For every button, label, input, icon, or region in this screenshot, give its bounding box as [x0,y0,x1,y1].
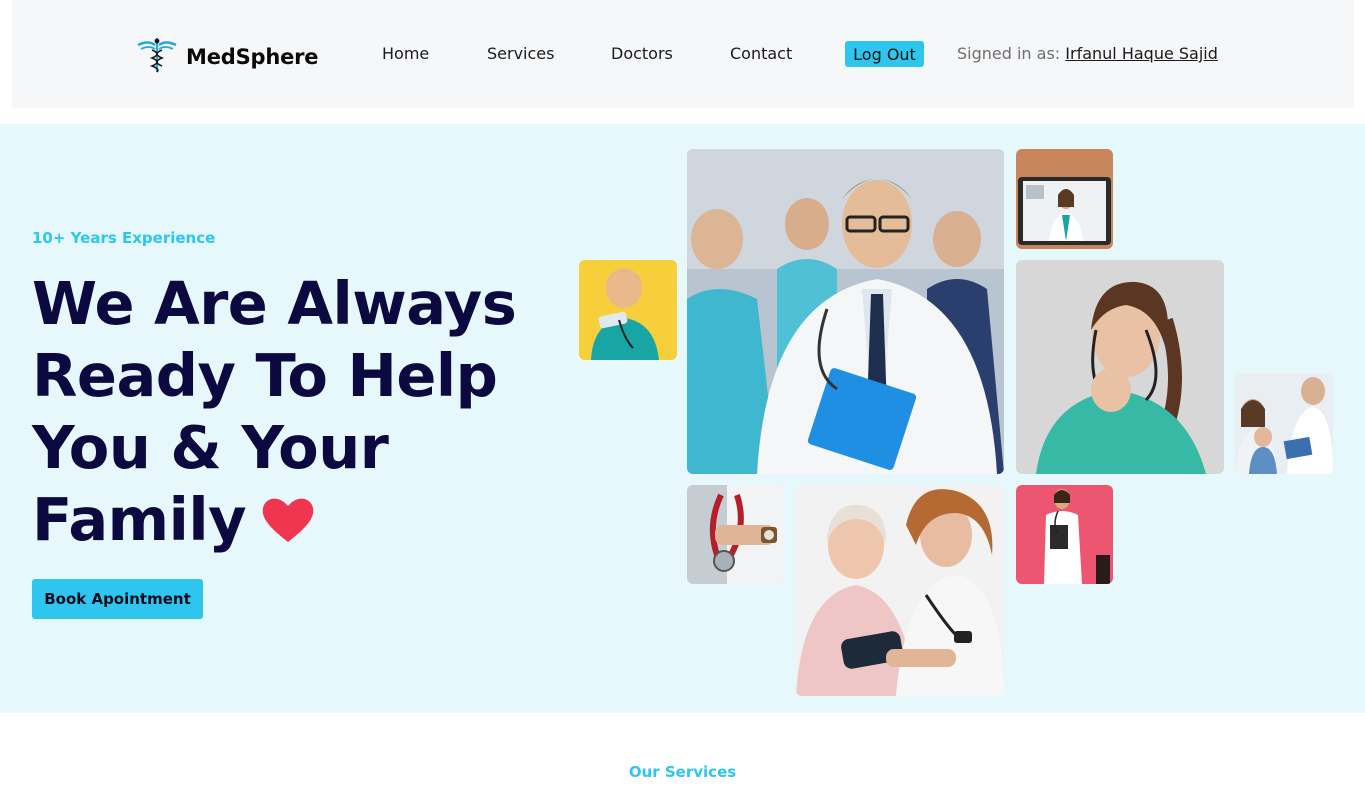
logo[interactable]: MedSphere [136,36,319,78]
photo-telehealth-tablet [1016,149,1113,249]
headline-line-2: Ready To Help [32,341,498,410]
headline-line-3: You & Your [32,413,389,482]
services-section-label: Our Services [628,763,737,781]
caduceus-icon [136,36,178,78]
logout-button[interactable]: Log Out [845,41,924,67]
nav-contact[interactable]: Contact [730,44,792,63]
signed-in-prefix: Signed in as: [957,44,1061,63]
nav-doctors[interactable]: Doctors [611,44,673,63]
photo-doctor-pink [1016,485,1113,584]
hero-tagline: 10+ Years Experience [32,229,216,247]
nav-services[interactable]: Services [487,44,554,63]
photo-nurse-mask-yellow [579,260,677,360]
photo-nurse-stethoscope [1016,260,1224,474]
headline-line-4: Family [32,484,552,560]
photo-stethoscope-hands [687,485,784,584]
signed-in-user-link[interactable]: Irfanul Haque Sajid [1065,44,1218,63]
heart-icon [260,488,316,560]
headline-line-1: We Are Always [32,269,517,338]
book-appointment-button[interactable]: Book Apointment [32,579,203,619]
headline-family-word: Family [32,485,247,554]
signed-in-status: Signed in as: Irfanul Haque Sajid [957,44,1218,63]
photo-doctor-team [687,149,1004,474]
photo-blood-pressure-check [796,485,1004,696]
logo-text: MedSphere [186,45,319,69]
nav-home[interactable]: Home [382,44,429,63]
hero-headline: We Are Always Ready To Help You & Your F… [32,268,552,560]
photo-doctor-family [1235,373,1333,474]
